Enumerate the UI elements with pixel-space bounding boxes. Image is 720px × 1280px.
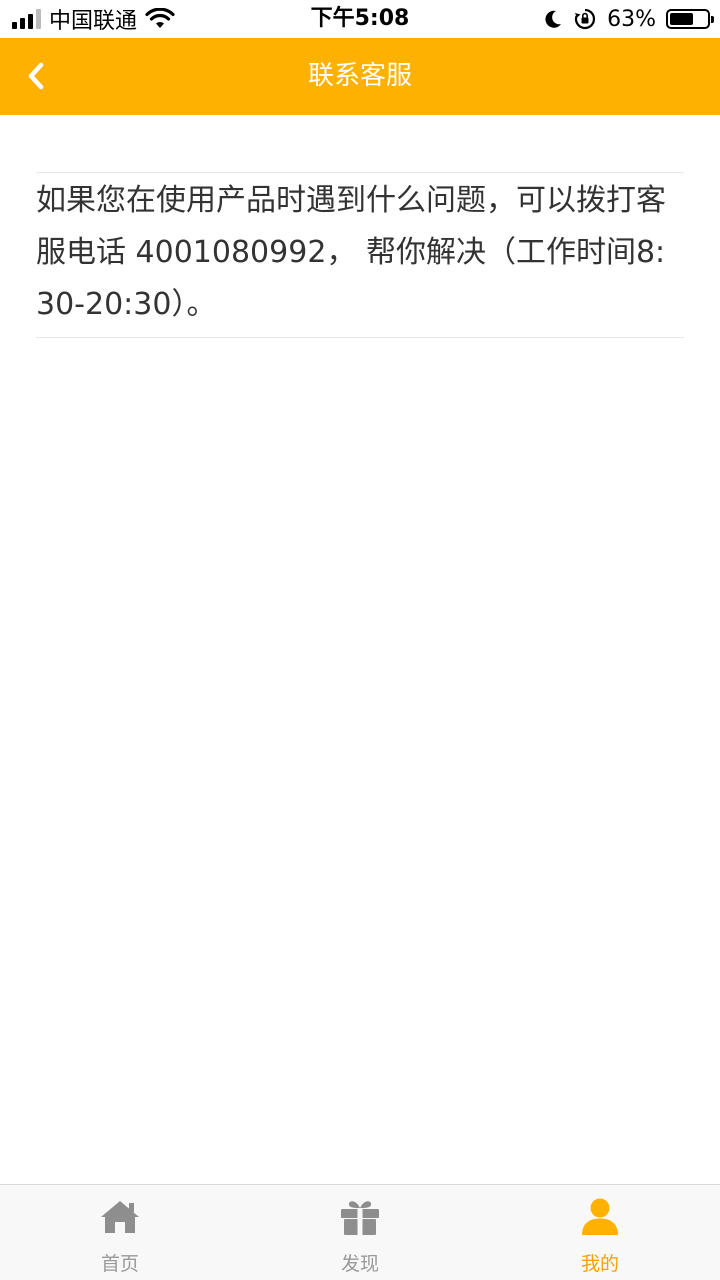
- battery-percent: 63%: [607, 6, 656, 32]
- status-left: 中国联通: [12, 0, 175, 38]
- chevron-left-icon: [28, 62, 44, 90]
- status-right: 63%: [543, 0, 714, 38]
- battery-cap: [711, 16, 714, 23]
- tab-bar: 首页 发现 我的: [0, 1184, 720, 1280]
- wifi-icon: [145, 8, 175, 28]
- tab-discover[interactable]: 发现: [240, 1185, 480, 1280]
- nav-bar: 联系客服: [0, 38, 720, 115]
- gift-icon: [338, 1197, 382, 1237]
- back-button[interactable]: [12, 52, 60, 100]
- tab-label-mine: 我的: [580, 1253, 619, 1275]
- signal-icon: [12, 9, 41, 29]
- contact-info-block: 如果您在使用产品时遇到什么问题，可以拨打客服电话 4001080992， 帮你解…: [36, 172, 684, 338]
- carrier-label: 中国联通: [49, 9, 138, 34]
- orientation-lock-icon: [575, 8, 596, 30]
- battery-icon: [666, 9, 714, 29]
- page-title: 联系客服: [307, 61, 412, 91]
- home-icon: [98, 1197, 142, 1237]
- screen: 中国联通 下午5:08 63% 联系客服 如果您在使用产品时遇到什么问题，可以拨…: [0, 0, 720, 1280]
- moon-icon: [545, 10, 562, 28]
- contact-info-text: 如果您在使用产品时遇到什么问题，可以拨打客服电话 4001080992， 帮你解…: [36, 183, 666, 322]
- user-icon: [578, 1197, 622, 1237]
- tab-label-discover: 发现: [340, 1253, 379, 1275]
- tab-label-home: 首页: [100, 1253, 139, 1275]
- status-bar: 中国联通 下午5:08 63%: [0, 0, 720, 38]
- battery-fill: [670, 13, 693, 25]
- tab-home[interactable]: 首页: [0, 1185, 240, 1280]
- tab-mine[interactable]: 我的: [480, 1185, 720, 1280]
